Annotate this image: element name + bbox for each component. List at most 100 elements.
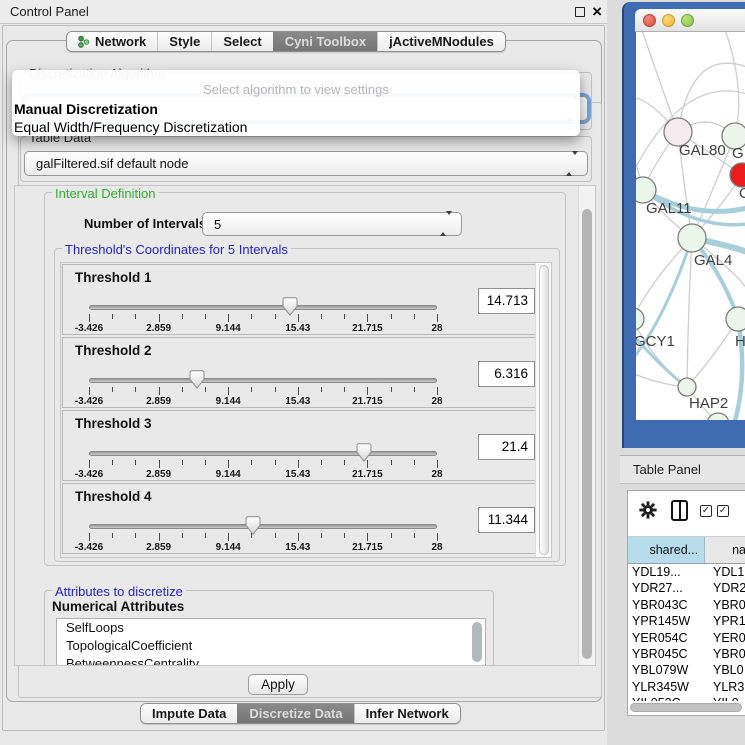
threshold-value-field[interactable]: 14.713 <box>478 288 535 314</box>
settings-viewport: Interval Definition Number of Intervals … <box>14 185 596 666</box>
threshold-row: Threshold 4-3.4262.8599.14415.4321.71528… <box>62 483 550 554</box>
network-node-c[interactable] <box>730 163 745 187</box>
scrollbar-thumb[interactable] <box>539 265 549 555</box>
node-label: GAL11 <box>646 200 692 217</box>
network-node-hap2[interactable] <box>678 378 696 396</box>
apply-button[interactable]: Apply <box>248 674 308 695</box>
node-label: GAL80 <box>679 142 726 159</box>
combo-arrows-icon <box>440 215 452 233</box>
threshold-value-field[interactable]: 6.316 <box>478 361 535 387</box>
node-label: HAP2 <box>689 395 728 412</box>
table-row[interactable]: YER054CYER0 <box>628 631 745 647</box>
tab-select[interactable]: Select <box>211 32 272 51</box>
node-label: GAL4 <box>694 252 732 269</box>
table-header: shared... na <box>628 536 745 564</box>
numerical-attributes-label: Numerical Attributes <box>52 599 184 614</box>
tab-cyni-toolbox[interactable]: Cyni Toolbox <box>273 32 377 51</box>
slider-tick-labels: -3.4262.8599.14415.4321.71528 <box>89 323 437 335</box>
control-panel: Control Panel × NetworkStyleSelectCyni T… <box>0 0 607 745</box>
table-hscrollbar-thumb[interactable] <box>630 703 742 712</box>
tab-infer-network[interactable]: Infer Network <box>354 704 460 723</box>
thresholds-group-label: Threshold's Coordinates for 5 Intervals <box>62 242 291 257</box>
node-label: C <box>739 185 745 202</box>
tab-style[interactable]: Style <box>157 32 211 51</box>
tab-jactivemnodules[interactable]: jActiveMNodules <box>377 32 505 51</box>
algorithm-dropdown-popup: Select algorithm to view settings Manual… <box>12 70 580 136</box>
panel-title: Control Panel <box>10 0 89 24</box>
column-header-shared-name[interactable]: shared... <box>628 537 705 563</box>
table-row[interactable]: YLR345WYLR3 <box>628 680 745 696</box>
minimize-traffic-light-icon[interactable] <box>662 14 675 27</box>
node-label: GCY1 <box>636 333 675 350</box>
tab-impute-data[interactable]: Impute Data <box>141 704 237 723</box>
table-row[interactable]: YBR045CYBR0 <box>628 647 745 663</box>
table-panel-titlebar: Table Panel <box>620 455 745 484</box>
threshold-row: Threshold 3-3.4262.8599.14415.4321.71528… <box>62 410 550 481</box>
top-tab-bar: NetworkStyleSelectCyni ToolboxjActiveMNo… <box>66 31 506 52</box>
network-view-window[interactable]: GAL80 G C GAL11 GAL4 GCY1 H HAP2 <box>622 2 745 448</box>
close-icon[interactable]: × <box>592 1 602 23</box>
table-rows: YDL19...YDL1YDR27...YDR2YBR043CYBR0YPR14… <box>628 565 745 701</box>
network-node-h[interactable] <box>726 307 745 331</box>
slider-ticks <box>89 460 437 469</box>
attribute-list-item[interactable]: BetweennessCentrality <box>57 655 485 666</box>
slider-ticks <box>89 314 437 323</box>
zoom-traffic-light-icon[interactable] <box>681 14 694 27</box>
algorithm-option[interactable]: Equal Width/Frequency Discretization <box>14 119 247 135</box>
node-table: ✓ ✓ shared... na YDL19...YDL1YDR27...YDR… <box>627 490 745 716</box>
table-row[interactable]: YPR145WYPR1 <box>628 614 745 630</box>
popup-hint: Select algorithm to view settings <box>12 82 580 97</box>
settings-scrollbar[interactable] <box>578 186 595 665</box>
threshold-row: Threshold 1-3.4262.8599.14415.4321.71528… <box>62 264 550 335</box>
interval-definition-label: Interval Definition <box>52 186 158 201</box>
network-node-gcy1[interactable] <box>636 308 644 330</box>
table-data-combobox[interactable]: galFiltered.sif default node <box>24 151 588 176</box>
threshold-value-field[interactable]: 21.4 <box>478 434 535 460</box>
algorithm-option[interactable]: Manual Discretization <box>14 101 158 117</box>
thresholds-scrollbar[interactable] <box>535 263 551 557</box>
table-row[interactable]: YDR27...YDR2 <box>628 581 745 597</box>
tab-network[interactable]: Network <box>67 32 157 51</box>
checkbox-icon[interactable]: ✓ <box>700 505 712 517</box>
number-of-intervals-value: 5 <box>214 213 221 236</box>
threshold-row: Threshold 2-3.4262.8599.14415.4321.71528… <box>62 337 550 408</box>
network-window-titlebar <box>635 9 745 32</box>
list-scrollbar-thumb[interactable] <box>472 622 482 662</box>
number-of-intervals-combobox[interactable]: 5 <box>202 212 462 236</box>
table-row[interactable]: YBL079WYBL0 <box>628 663 745 679</box>
gear-icon[interactable] <box>639 501 657 519</box>
screen: Control Panel × NetworkStyleSelectCyni T… <box>0 0 745 745</box>
checkbox-icon[interactable]: ✓ <box>717 505 729 517</box>
node-label: H <box>735 333 745 350</box>
table-panel-title: Table Panel <box>633 456 701 483</box>
column-header-name[interactable]: na <box>705 537 745 563</box>
table-data-value: galFiltered.sif default node <box>36 152 188 175</box>
network-canvas[interactable]: GAL80 G C GAL11 GAL4 GCY1 H HAP2 <box>636 32 745 420</box>
table-row[interactable]: YDL19...YDL1 <box>628 565 745 581</box>
slider-tick-labels: -3.4262.8599.14415.4321.71528 <box>89 396 437 408</box>
tab-discretize-data[interactable]: Discretize Data <box>237 704 353 723</box>
combo-arrows-icon <box>566 155 578 173</box>
bottom-tab-bar: Impute DataDiscretize DataInfer Network <box>140 703 461 724</box>
table-toolbar: ✓ ✓ <box>628 491 745 536</box>
table-row[interactable]: YBR043CYBR0 <box>628 598 745 614</box>
slider-ticks <box>89 533 437 542</box>
threshold-value-field[interactable]: 11.344 <box>478 507 535 533</box>
network-node-gal4[interactable] <box>678 224 706 252</box>
network-node[interactable] <box>707 413 729 420</box>
attribute-list-item[interactable]: SelfLoops <box>57 619 485 637</box>
number-of-intervals-label: Number of Intervals <box>84 216 206 231</box>
columns-icon[interactable] <box>671 500 688 521</box>
numerical-attributes-list[interactable]: SelfLoopsTopologicalCoefficientBetweenne… <box>56 618 486 666</box>
attribute-list-item[interactable]: TopologicalCoefficient <box>57 637 485 655</box>
slider-ticks <box>89 387 437 396</box>
network-icon <box>78 35 90 48</box>
table-row[interactable]: YIL052CYIL0 <box>628 696 745 701</box>
float-window-icon[interactable] <box>575 7 585 17</box>
scrollbar-thumb[interactable] <box>582 209 592 659</box>
attributes-group-label: Attributes to discretize <box>52 584 186 599</box>
slider-tick-labels: -3.4262.8599.14415.4321.71528 <box>89 469 437 481</box>
close-traffic-light-icon[interactable] <box>643 14 656 27</box>
slider-tick-labels: -3.4262.8599.14415.4321.71528 <box>89 542 437 554</box>
node-label: G <box>732 145 744 162</box>
